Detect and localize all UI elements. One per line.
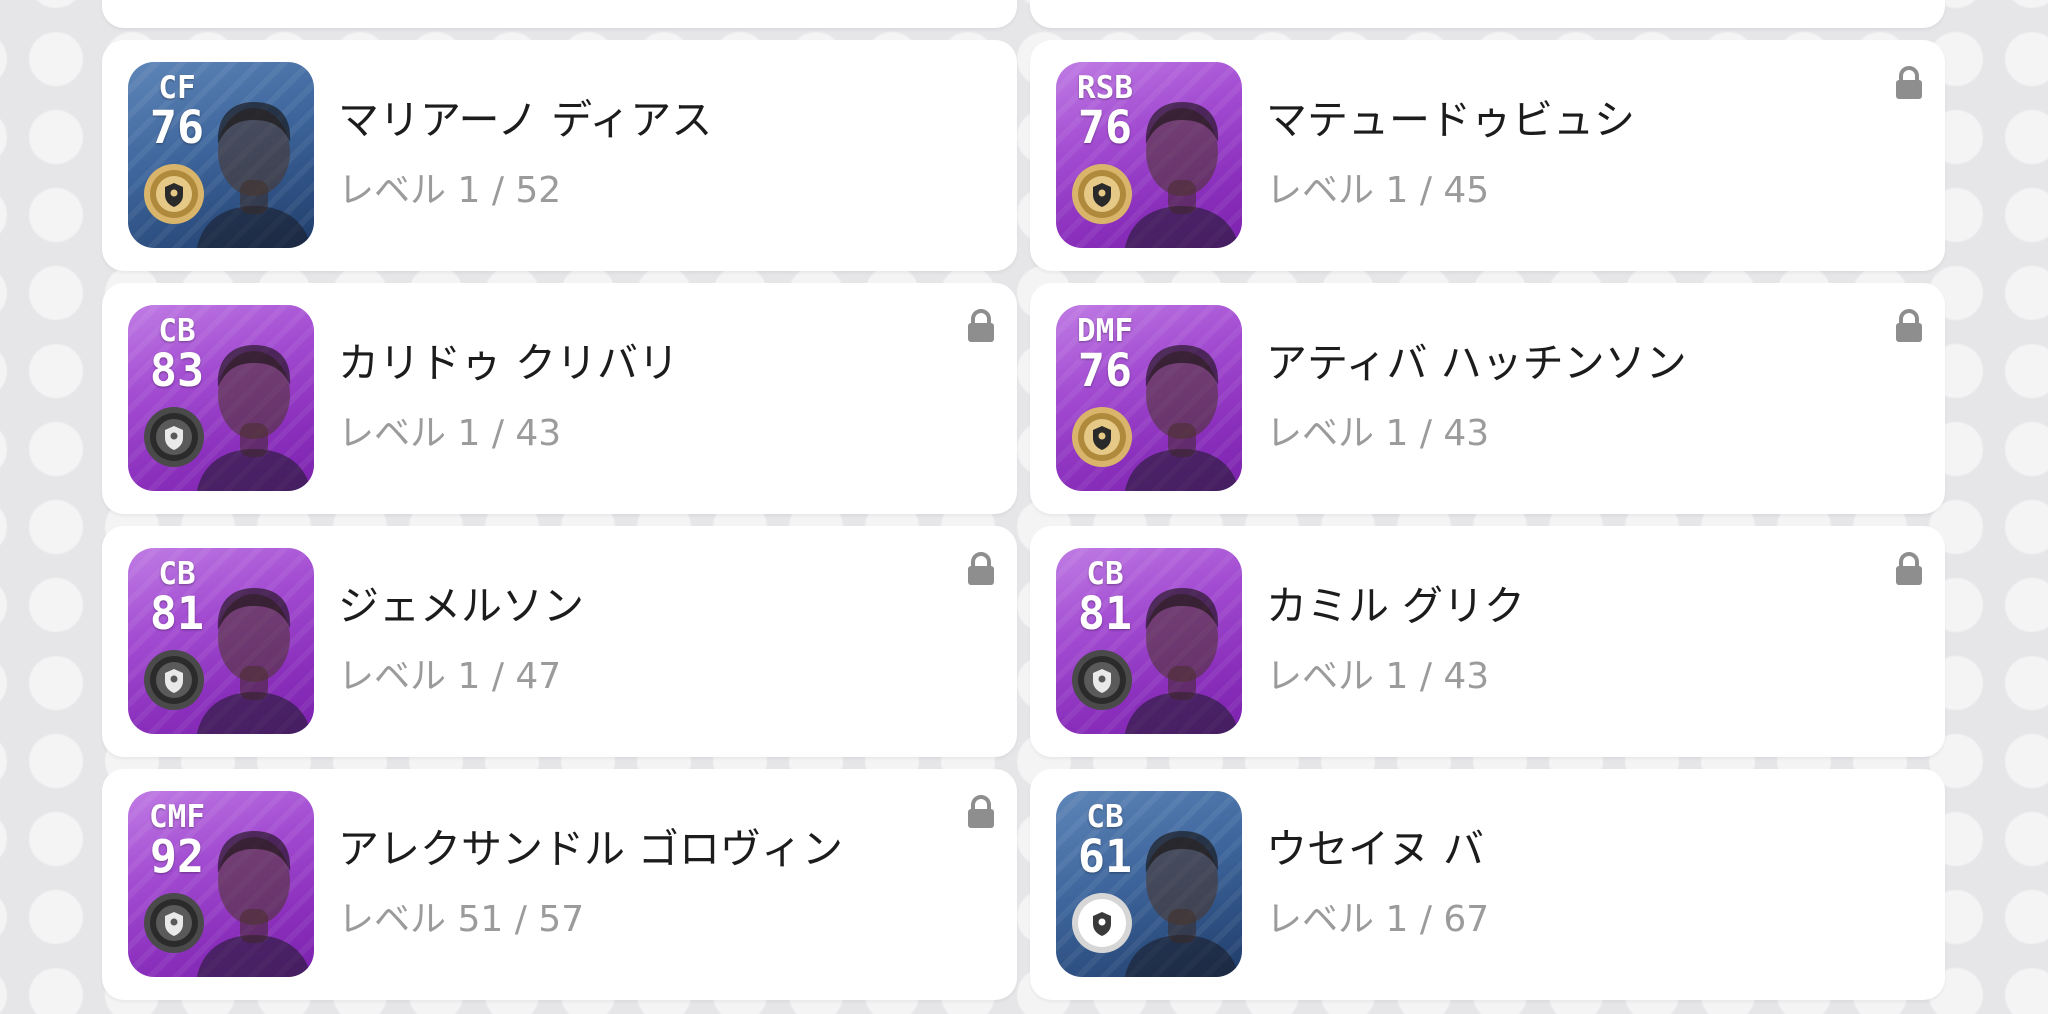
player-card[interactable]: CB 61 ウセイヌ バ レベル 1 / 67 [1030,769,1945,1000]
position-label: CMF [149,799,205,835]
black-medal-icon [142,891,206,955]
black-medal-icon [142,648,206,712]
gold-medal-icon [142,162,206,226]
level-value: 1 / 45 [1385,170,1490,211]
player-portrait: CB 81 [128,548,314,734]
player-portrait: CMF 92 [128,791,314,977]
position-label: CB [158,556,196,592]
level-value: 1 / 52 [457,170,562,211]
lock-icon[interactable] [1894,552,1924,586]
position-label: RSB [1077,70,1133,106]
player-name: ジェメルソン [338,582,584,630]
rating-value: 81 [149,587,205,640]
rating-value: 61 [1077,830,1133,883]
black-medal-icon [142,405,206,469]
player-level: レベル 1 / 43 [1266,655,1489,699]
player-name: アレクサンドル ゴロヴィン [338,825,844,873]
lock-icon[interactable] [1894,66,1924,100]
level-label: レベル [338,413,447,454]
player-name: カミル グリク [1266,582,1526,630]
position-label: CB [1086,556,1124,592]
lock-icon[interactable] [966,309,996,343]
level-label: レベル [1266,899,1375,940]
level-label: レベル [1266,656,1375,697]
player-card[interactable]: CB 83 カリドゥ クリバリ レベル 1 / 43 [102,283,1017,514]
level-value: 1 / 43 [1385,656,1490,697]
position-label: DMF [1077,313,1133,349]
player-card[interactable]: RSB 76 マテュードゥビュシ レベル 1 / 45 [1030,40,1945,271]
level-label: レベル [1266,413,1375,454]
rating-value: 76 [1077,101,1133,154]
player-portrait: RSB 76 [1056,62,1242,248]
player-card[interactable]: CB 81 カミル グリク レベル 1 / 43 [1030,526,1945,757]
rating-value: 83 [149,344,205,397]
player-name: カリドゥ クリバリ [338,339,680,387]
lock-icon[interactable] [966,552,996,586]
white-medal-icon [1070,891,1134,955]
level-label: レベル [1266,170,1375,211]
gold-medal-icon [1070,162,1134,226]
level-label: レベル [338,899,447,940]
player-level: レベル 1 / 67 [1266,898,1489,942]
player-level: レベル 1 / 52 [338,169,561,213]
player-card-partial[interactable] [102,0,1017,28]
rating-value: 76 [149,101,205,154]
player-level: レベル 1 / 45 [1266,169,1489,213]
position-label: CB [1086,799,1124,835]
gold-medal-icon [1070,405,1134,469]
position-label: CB [158,313,196,349]
position-label: CF [158,70,196,106]
player-level: レベル 51 / 57 [338,898,584,942]
player-level: レベル 1 / 43 [1266,412,1489,456]
level-label: レベル [338,656,447,697]
player-name: マリアーノ ディアス [338,96,713,144]
player-card[interactable]: CMF 92 アレクサンドル ゴロヴィン レベル 51 / 57 [102,769,1017,1000]
rating-value: 81 [1077,587,1133,640]
player-name: マテュードゥビュシ [1266,96,1635,144]
player-card[interactable]: DMF 76 アティバ ハッチンソン レベル 1 / 43 [1030,283,1945,514]
player-level: レベル 1 / 47 [338,655,561,699]
level-value: 1 / 43 [1385,413,1490,454]
rating-value: 76 [1077,344,1133,397]
player-portrait: CB 81 [1056,548,1242,734]
level-label: レベル [338,170,447,211]
player-portrait: CB 83 [128,305,314,491]
black-medal-icon [1070,648,1134,712]
player-portrait: CB 61 [1056,791,1242,977]
player-list-screen: { "icons": { "lock": "lock-icon", "medal… [0,0,2048,1014]
player-name: ウセイヌ バ [1266,825,1485,873]
player-card-partial[interactable] [1030,0,1945,28]
player-portrait: DMF 76 [1056,305,1242,491]
level-value: 51 / 57 [457,899,585,940]
rating-value: 92 [149,830,205,883]
player-card[interactable]: CF 76 マリアーノ ディアス レベル 1 / 52 [102,40,1017,271]
lock-icon[interactable] [1894,309,1924,343]
lock-icon[interactable] [966,795,996,829]
level-value: 1 / 67 [1385,899,1490,940]
player-grid: CF 76 マリアーノ ディアス レベル 1 / 52 RSB 76 マテュード… [102,0,1946,1000]
player-portrait: CF 76 [128,62,314,248]
player-name: アティバ ハッチンソン [1266,339,1687,387]
level-value: 1 / 43 [457,413,562,454]
player-card[interactable]: CB 81 ジェメルソン レベル 1 / 47 [102,526,1017,757]
level-value: 1 / 47 [457,656,562,697]
player-level: レベル 1 / 43 [338,412,561,456]
